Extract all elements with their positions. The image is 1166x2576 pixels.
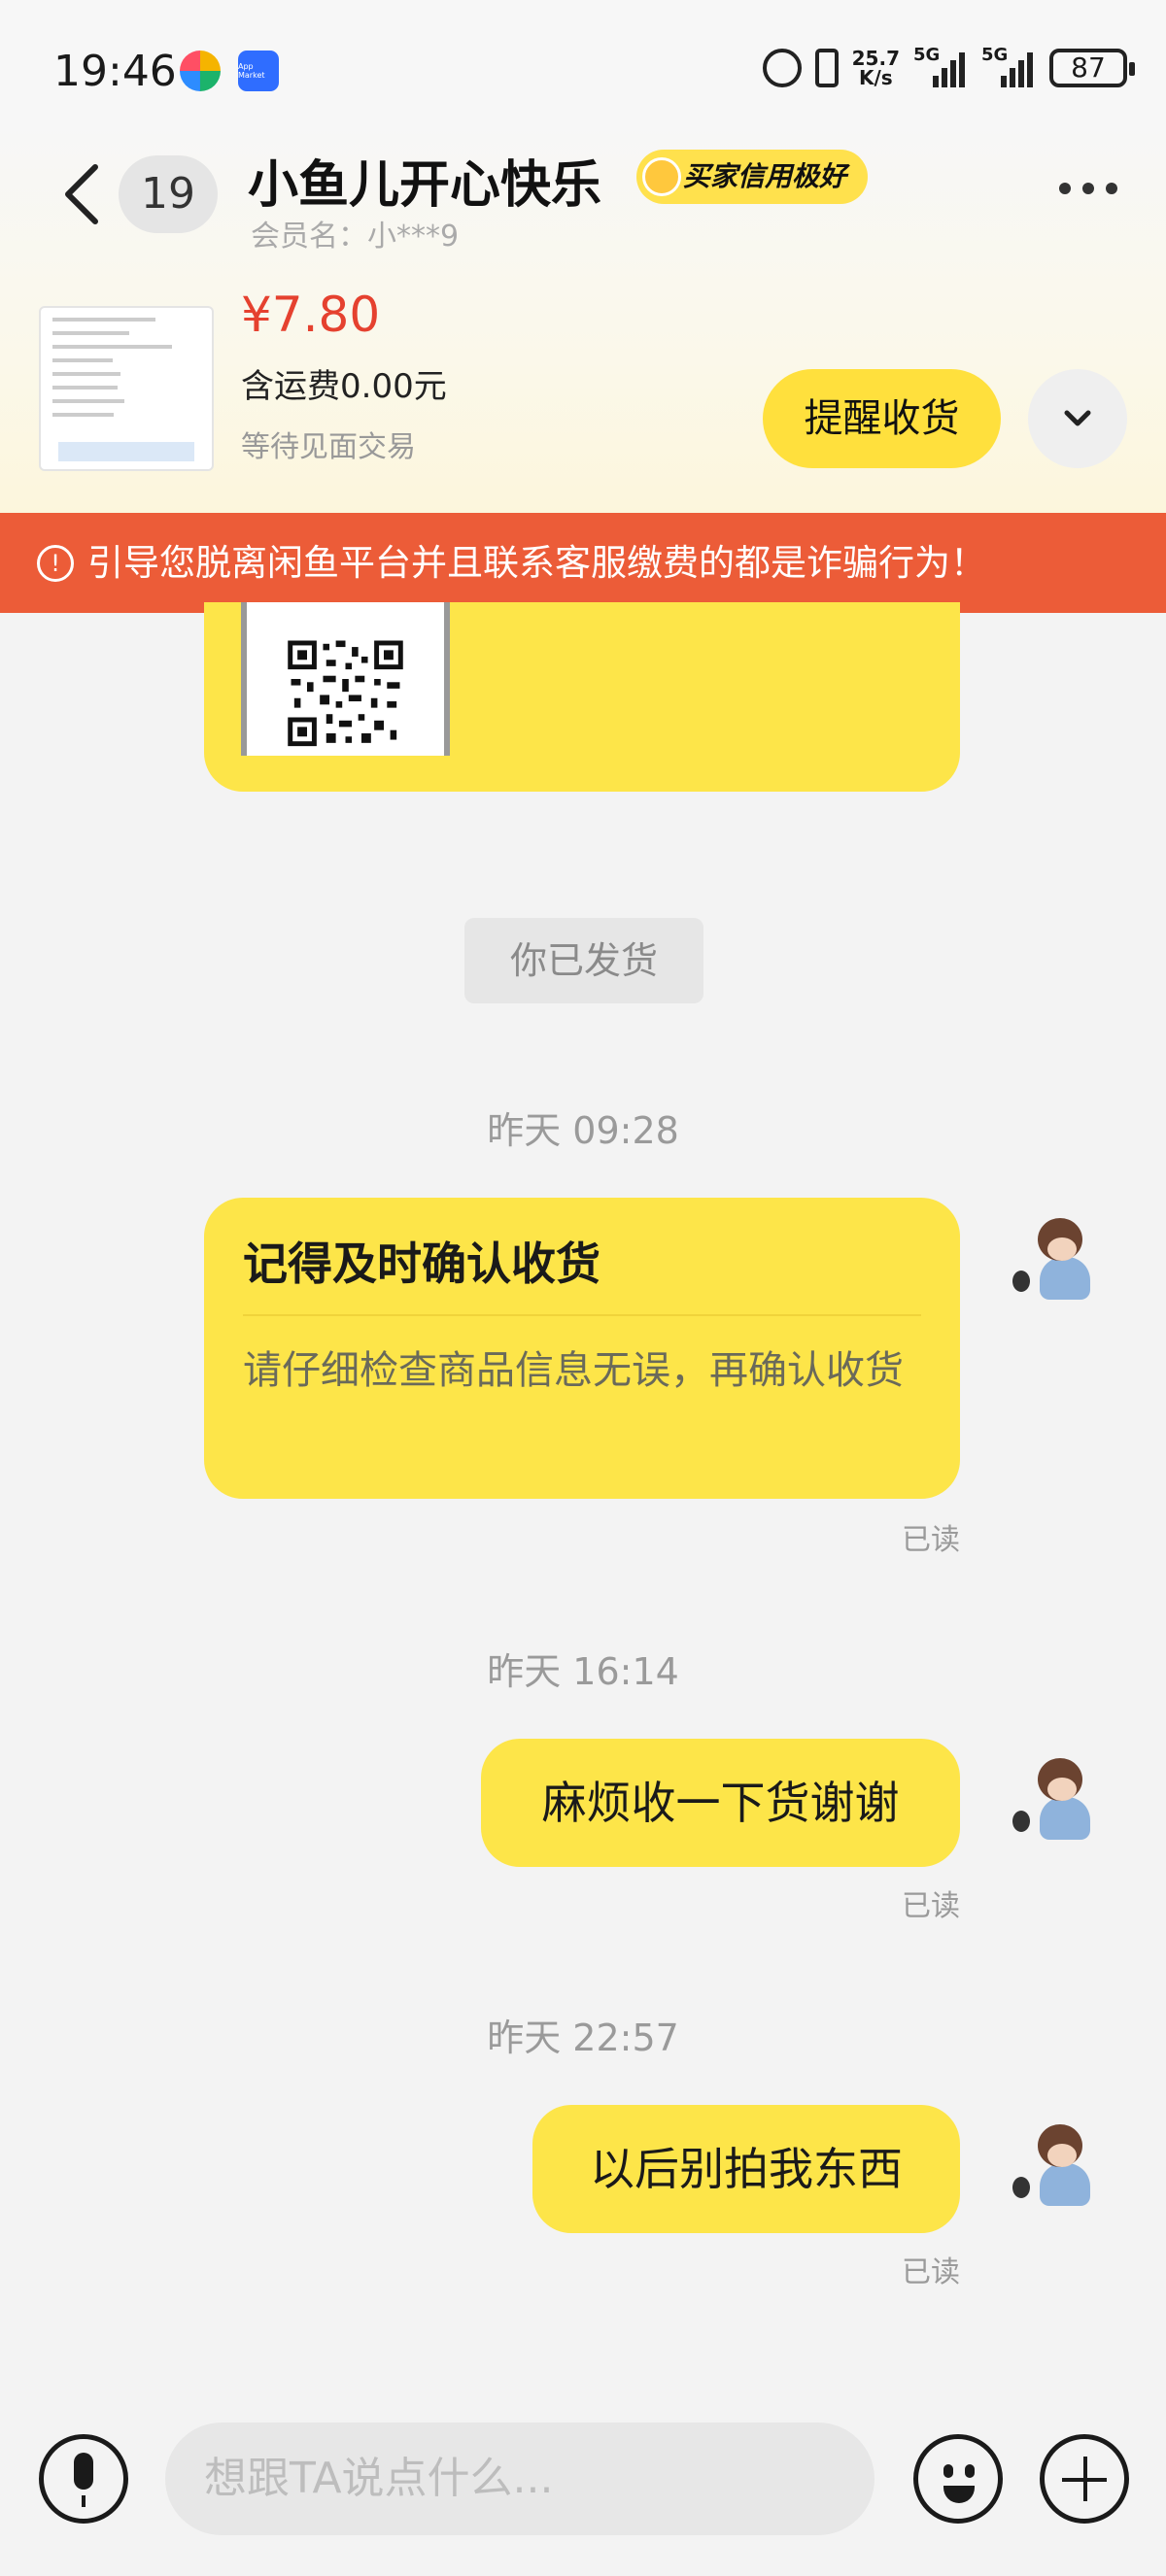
qr-code-image — [284, 637, 407, 750]
back-icon[interactable] — [56, 155, 115, 233]
confirm-receipt-card[interactable]: 记得及时确认收货 请仔细检查商品信息无误，再确认收货 — [204, 1198, 960, 1499]
warning-icon: ! — [37, 545, 74, 582]
alarm-icon — [762, 49, 802, 87]
qr-code-message[interactable] — [204, 602, 960, 792]
card-title: 记得及时确认收货 — [243, 1237, 600, 1290]
colorful-app-icon — [180, 51, 221, 91]
product-price: ¥7.80 — [241, 287, 381, 343]
status-app-icons: App Market — [180, 51, 279, 91]
credit-face-icon — [642, 157, 681, 196]
member-name: 会员名：小***9 — [251, 220, 460, 254]
shipped-system-note: 你已发货 — [464, 918, 703, 1003]
shipping-fee: 含运费0.00元 — [241, 367, 447, 406]
signal-label-1: 5G — [913, 45, 941, 65]
vibrate-icon — [814, 49, 839, 87]
emoji-icon[interactable] — [913, 2434, 1003, 2524]
card-divider — [243, 1314, 921, 1316]
avatar[interactable] — [1001, 1756, 1117, 1844]
chevron-down-icon[interactable] — [1028, 369, 1127, 468]
credit-badge-label: 买家信用极好 — [683, 160, 847, 192]
read-receipt: 已读 — [902, 2255, 960, 2289]
unread-count-badge[interactable]: 19 — [119, 155, 218, 233]
message-timestamp: 昨天 22:57 — [487, 2017, 679, 2059]
fraud-warning-text: 引导您脱离闲鱼平台并且联系客服缴费的都是诈骗行为！ — [87, 542, 986, 584]
app-market-label: App Market — [238, 62, 265, 80]
message-timestamp: 昨天 16:14 — [487, 1650, 679, 1693]
signal-label-2: 5G — [981, 45, 1009, 65]
signal-icon-1: 5G — [913, 45, 968, 87]
product-thumbnail[interactable] — [39, 306, 214, 471]
signal-icon-2: 5G — [981, 45, 1036, 87]
status-time: 19:46 — [53, 47, 177, 96]
network-speed: 25.7 K/s — [852, 49, 900, 87]
chat-message[interactable]: 麻烦收一下货谢谢 — [481, 1739, 960, 1867]
status-indicators: 25.7 K/s 5G 5G 87 — [762, 45, 1135, 87]
credit-badge[interactable]: 买家信用极好 — [636, 150, 869, 204]
status-bar: 19:46 App Market 25.7 K/s 5G 5G 87 — [0, 0, 1166, 146]
mic-icon[interactable] — [39, 2434, 128, 2524]
input-bar: 想跟TA说点什么... — [0, 2399, 1166, 2576]
battery-icon: 87 — [1049, 49, 1135, 87]
network-speed-value: 25.7 — [851, 47, 900, 70]
chat-message[interactable]: 以后别拍我东西 — [532, 2105, 960, 2233]
message-timestamp: 昨天 09:28 — [487, 1109, 679, 1152]
qr-code-card — [241, 602, 450, 756]
card-body: 请仔细检查商品信息无误，再确认收货 — [243, 1348, 904, 1393]
read-receipt: 已读 — [902, 1523, 960, 1557]
avatar[interactable] — [1001, 1216, 1117, 1304]
contact-nickname[interactable]: 小鱼儿开心快乐 — [248, 144, 601, 217]
chat-header: 19 小鱼儿开心快乐 买家信用极好 会员名：小***9 ¥7.80 含运费0.0… — [0, 126, 1166, 515]
remind-receipt-button[interactable]: 提醒收货 — [763, 369, 1001, 468]
app-market-icon: App Market — [238, 51, 279, 91]
network-speed-unit: K/s — [858, 66, 893, 89]
plus-icon[interactable] — [1040, 2434, 1129, 2524]
more-icon[interactable] — [1059, 183, 1117, 194]
read-receipt: 已读 — [902, 1889, 960, 1923]
message-input[interactable]: 想跟TA说点什么... — [165, 2423, 874, 2535]
fraud-warning-banner: ! 引导您脱离闲鱼平台并且联系客服缴费的都是诈骗行为！ — [0, 513, 1166, 613]
order-status: 等待见面交易 — [241, 430, 416, 464]
avatar[interactable] — [1001, 2122, 1117, 2210]
